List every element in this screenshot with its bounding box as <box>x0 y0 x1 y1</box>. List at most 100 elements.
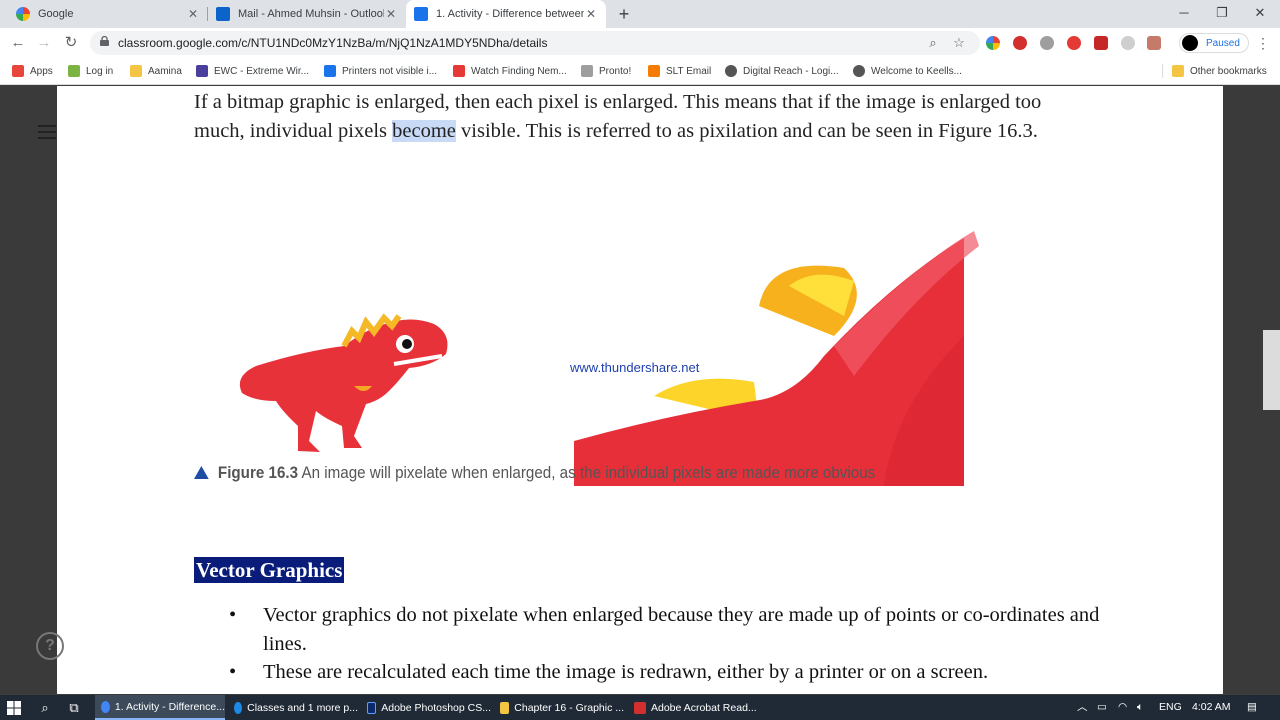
bookmark-label: Apps <box>30 65 53 77</box>
url-text: classroom.google.com/c/NTU1NDc0MzY1NzBa/… <box>118 36 548 50</box>
tray-chevron-icon[interactable]: ︿ <box>1077 695 1088 720</box>
bookmark-label: Welcome to Keells... <box>871 65 962 77</box>
close-tab-icon[interactable]: ✕ <box>384 7 398 21</box>
folder-icon <box>130 65 142 77</box>
outlook-icon <box>216 7 230 21</box>
tab-google[interactable]: Google ✕ <box>8 0 208 28</box>
bookmark-pronto[interactable]: Pronto! <box>581 63 631 79</box>
task-view-icon[interactable]: ⧉ <box>65 699 83 717</box>
chrome-icon <box>101 700 110 713</box>
extension-shield-icon[interactable] <box>1094 36 1108 50</box>
bookmark-label: EWC - Extreme Wir... <box>214 65 309 77</box>
bookmark-icon <box>581 65 593 77</box>
folder-icon <box>1172 65 1184 77</box>
help-icon[interactable]: ? <box>36 632 64 660</box>
zoom-icon[interactable]: ⌕ <box>924 34 942 52</box>
taskbar-app-acrobat[interactable]: Adobe Acrobat Read... <box>628 695 758 720</box>
watermark-text: www.thundershare.net <box>570 360 700 375</box>
apps-icon <box>12 65 24 77</box>
search-icon[interactable]: ⌕ <box>36 699 54 717</box>
extension-k-icon[interactable] <box>1121 36 1135 50</box>
photoshop-icon <box>367 701 377 714</box>
figure-16-3-image <box>239 231 979 486</box>
close-tab-icon[interactable]: ✕ <box>186 7 200 21</box>
bookmark-login[interactable]: Log in <box>68 63 113 79</box>
adblock-icon[interactable] <box>1013 36 1027 50</box>
bullet-list: Vector graphics do not pixelate when enl… <box>229 601 1109 687</box>
taskbar-app-chrome[interactable]: 1. Activity - Difference... <box>95 695 225 720</box>
bookmark-icon <box>324 65 336 77</box>
extension-bulb-icon[interactable] <box>1040 36 1054 50</box>
triangle-icon <box>194 466 209 479</box>
language-indicator[interactable]: ENG <box>1159 695 1182 720</box>
dinosaur-illustration <box>239 313 448 452</box>
taskbar-app-label: Classes and 1 more p... <box>247 701 358 714</box>
folder-icon <box>500 701 510 714</box>
new-tab-button[interactable]: + <box>614 4 634 24</box>
notifications-icon[interactable]: ▤ <box>1247 695 1257 720</box>
bookmark-star-icon[interactable]: ☆ <box>950 34 968 52</box>
bookmark-slt[interactable]: SLT Email <box>648 63 711 79</box>
tab-outlook[interactable]: Mail - Ahmed Muhsin - Outlook ✕ <box>208 0 406 28</box>
enlarged-image-illustration <box>574 231 979 486</box>
close-window-button[interactable]: ✕ <box>1242 0 1278 28</box>
highlighted-word: become <box>392 119 456 142</box>
taskbar-app-folder[interactable]: Chapter 16 - Graphic ... <box>494 695 624 720</box>
extension-color-icon[interactable] <box>986 36 1000 50</box>
volume-icon[interactable]: 🔈︎ <box>1137 695 1143 720</box>
taskbar-app-edge[interactable]: Classes and 1 more p... <box>228 695 358 720</box>
bookmark-label: Pronto! <box>599 65 632 77</box>
bookmark-apps[interactable]: Apps <box>12 63 53 79</box>
reload-button[interactable]: ↻ <box>60 32 82 54</box>
menu-icon[interactable]: ⋮ <box>1255 33 1271 53</box>
back-button[interactable]: ← <box>7 32 29 54</box>
bookmark-label: Watch Finding Nem... <box>471 65 567 77</box>
bookmark-ewc[interactable]: EWC - Extreme Wir... <box>196 63 309 79</box>
bookmark-printers[interactable]: Printers not visible i... <box>324 63 437 79</box>
document-viewer: If a bitmap graphic is enlarged, then ea… <box>57 86 1223 694</box>
bookmark-keells[interactable]: Welcome to Keells... <box>853 63 962 79</box>
other-bookmarks[interactable]: Other bookmarks <box>1172 63 1267 79</box>
edge-icon <box>234 701 243 714</box>
windows-taskbar: ⌕ ⧉ 1. Activity - Difference... Classes … <box>0 695 1280 720</box>
bookmark-digital-reach[interactable]: Digital Reach - Logi... <box>725 63 839 79</box>
bookmark-icon <box>196 65 208 77</box>
intro-paragraph: If a bitmap graphic is enlarged, then ea… <box>194 88 1094 145</box>
taskbar-app-label: Adobe Photoshop CS... <box>381 701 491 714</box>
minimize-button[interactable]: ─ <box>1166 0 1202 28</box>
windows-start-icon[interactable] <box>5 699 23 717</box>
bookmark-icon <box>68 65 80 77</box>
scrollbar-thumb[interactable] <box>1263 330 1280 410</box>
bookmark-nemo[interactable]: Watch Finding Nem... <box>453 63 567 79</box>
globe-icon <box>853 65 865 77</box>
bookmark-icon <box>453 65 465 77</box>
tab-title: Google <box>38 8 74 20</box>
extension-red-icon[interactable] <box>1067 36 1081 50</box>
profile-status: Paused <box>1206 37 1240 49</box>
close-tab-icon[interactable]: ✕ <box>584 7 598 21</box>
forward-button[interactable]: → <box>33 32 55 54</box>
bookmark-label: SLT Email <box>666 65 712 77</box>
bookmark-label: Other bookmarks <box>1190 65 1267 77</box>
caption-label: Figure 16.3 <box>217 464 299 482</box>
hamburger-menu-icon[interactable] <box>38 125 56 139</box>
browser-toolbar: ← → ↻ classroom.google.com/c/NTU1NDc0MzY… <box>0 28 1280 58</box>
address-bar[interactable]: classroom.google.com/c/NTU1NDc0MzY1NzBa/… <box>90 31 980 55</box>
taskbar-app-label: Chapter 16 - Graphic ... <box>514 701 624 714</box>
list-item: Vector graphics do not pixelate when enl… <box>229 601 1109 658</box>
list-item: These are recalculated each time the ima… <box>229 658 1109 687</box>
taskbar-app-photoshop[interactable]: Adobe Photoshop CS... <box>361 695 491 720</box>
extension-pdf-icon[interactable] <box>1147 36 1161 50</box>
clock[interactable]: 4:02 AM <box>1192 695 1231 720</box>
tab-activity[interactable]: 1. Activity - Difference between b ✕ <box>406 0 606 28</box>
figure-caption: Figure 16.3 An image will pixelate when … <box>194 464 875 483</box>
acrobat-icon <box>634 701 646 714</box>
wifi-icon[interactable]: ◠ <box>1118 695 1127 720</box>
lock-icon <box>100 36 109 46</box>
bookmark-aamina[interactable]: Aamina <box>130 63 182 79</box>
profile-button[interactable]: Paused <box>1179 33 1249 53</box>
taskbar-app-label: 1. Activity - Difference... <box>114 700 225 713</box>
restore-button[interactable]: ❐ <box>1204 0 1240 28</box>
bookmark-label: Printers not visible i... <box>342 65 438 77</box>
battery-icon[interactable]: ▭ <box>1097 695 1107 720</box>
